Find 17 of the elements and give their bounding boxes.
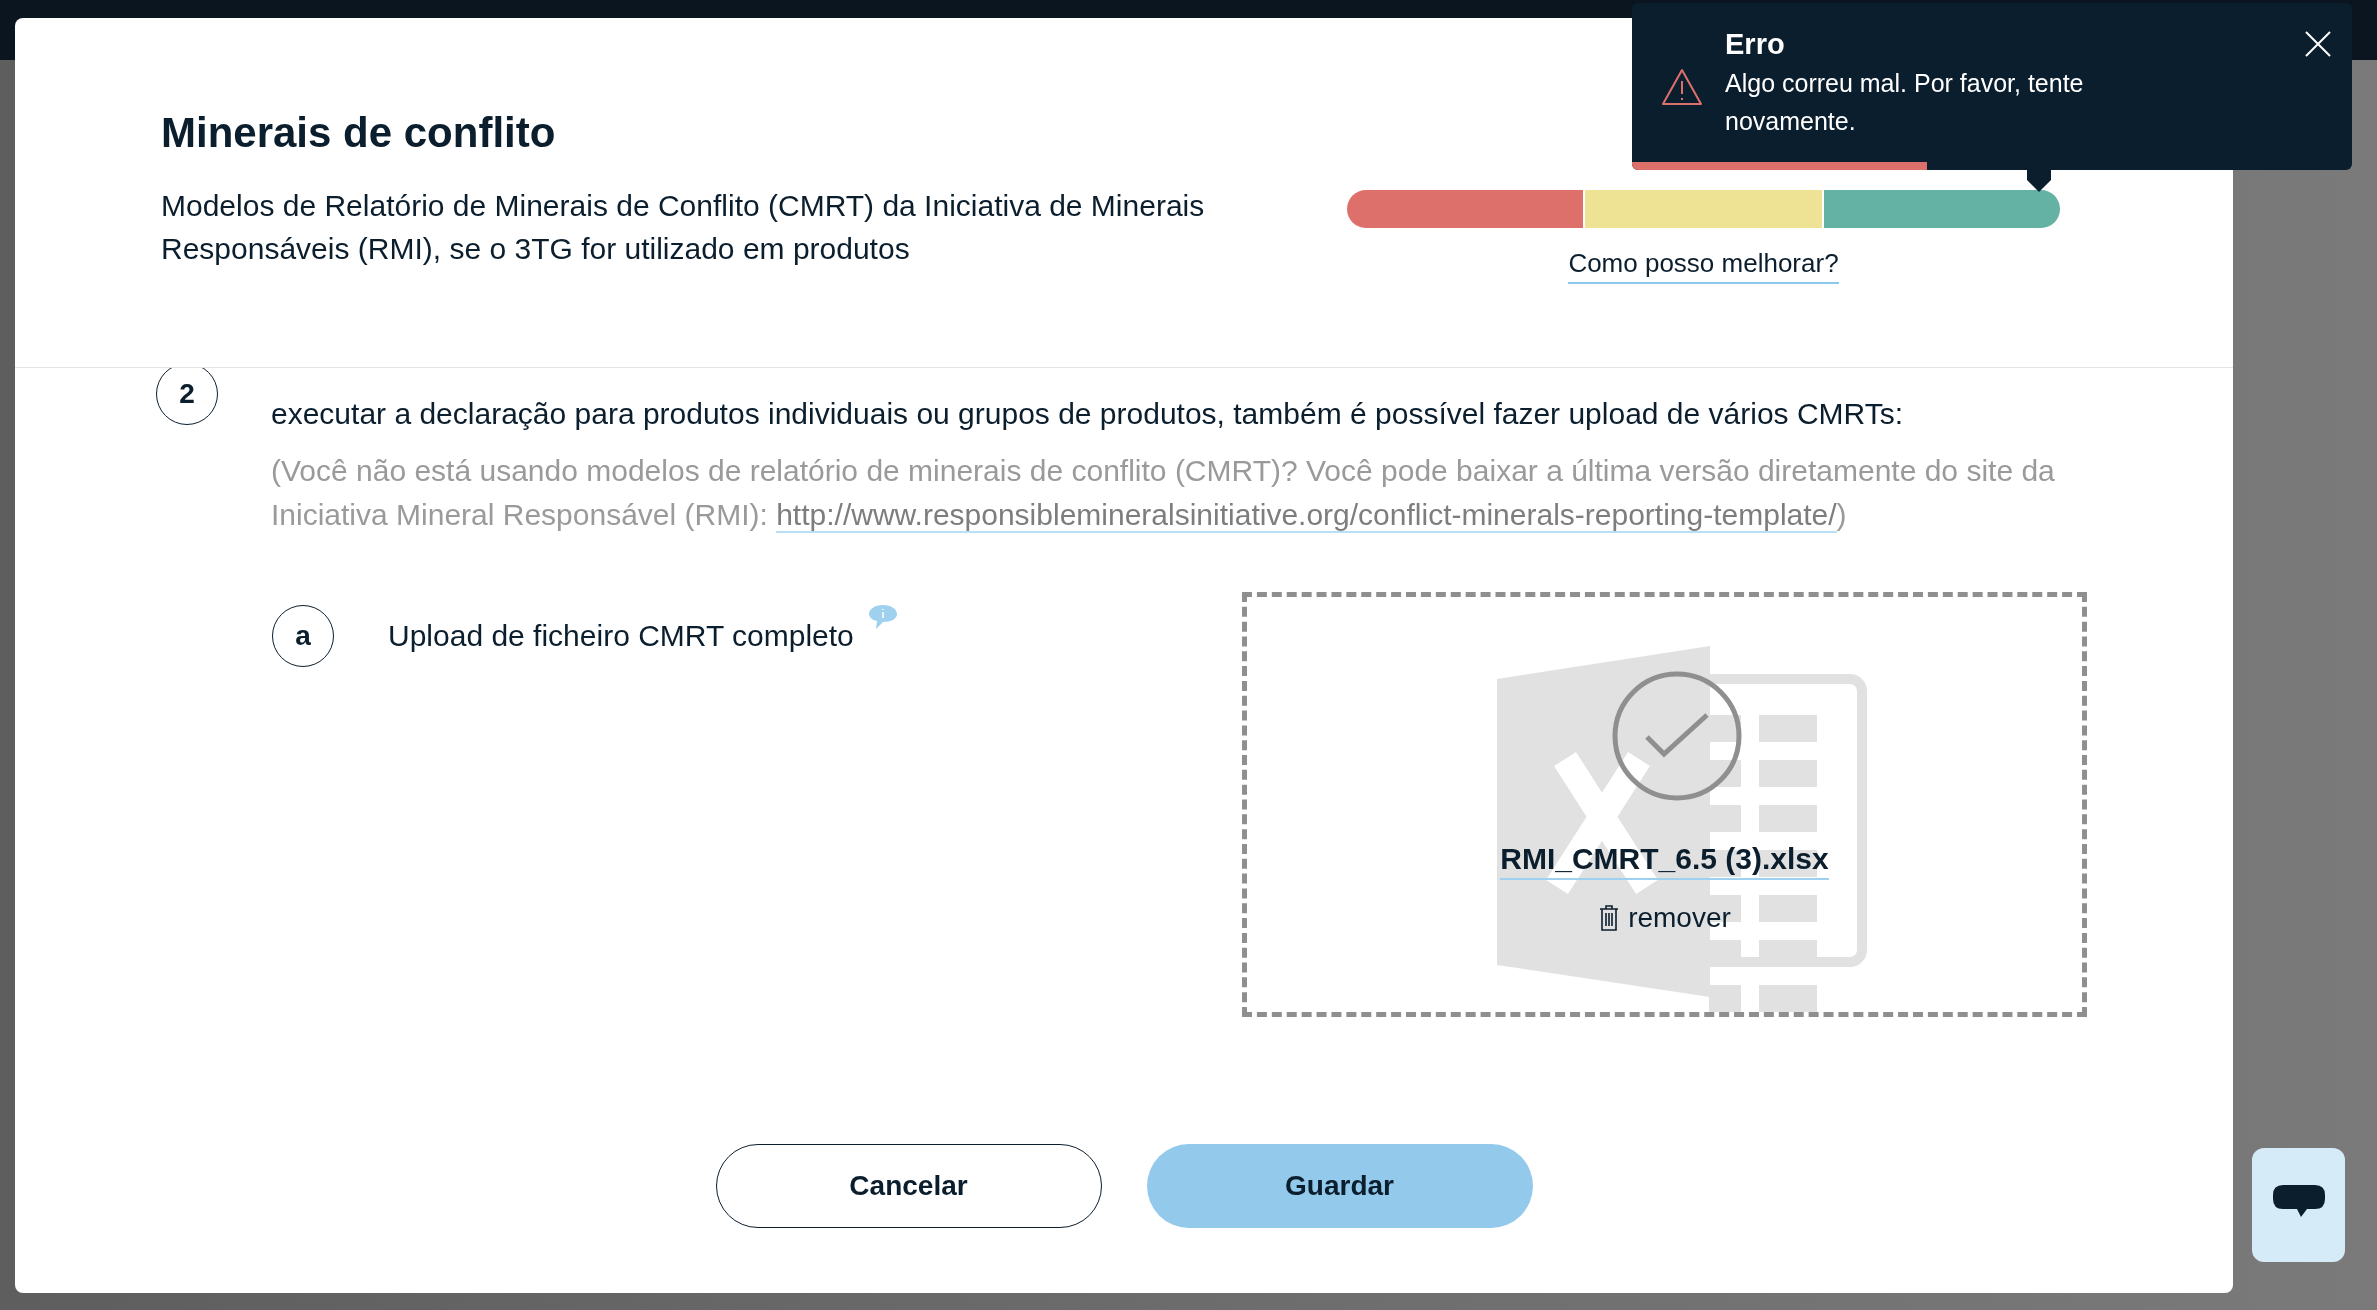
dialog-description: Modelos de Relatório de Minerais de Conflito (CMRT) da Iniciativa de Minerais Responsáveis (RMI), se o 3TG for utilizado em produtos bbox=[161, 188, 1206, 268]
file-name-link[interactable]: RMI_CMRT_6.5 (3).xlsx bbox=[1500, 842, 1829, 880]
upload-label: Upload de ficheiro CMRT completo bbox=[388, 619, 854, 653]
warning-icon bbox=[1661, 68, 1703, 106]
save-button[interactable]: Guardar bbox=[1146, 1144, 1533, 1228]
remove-button[interactable]: remover bbox=[1598, 902, 1731, 934]
trash-icon bbox=[1598, 904, 1621, 932]
chat-button[interactable] bbox=[2252, 1148, 2345, 1262]
toast-title: Erro bbox=[1725, 28, 1786, 61]
step-instructions: executar a declaração para produtos individuais ou grupos de produtos, também é possível fazer upload de vários CMRTs: bbox=[271, 396, 1905, 432]
template-note: (Você não está usando modelos de relatório de minerais de conflito (CMRT)? Você pode baixar a última versão diretamente do site da Iniciativa Mineral Responsável (RMI): http://www.responsiblemineralsinitiative.org/conflict-minerals-reporting-template/) bbox=[271, 453, 2056, 535]
close-icon[interactable] bbox=[2304, 30, 2332, 58]
dialog-title: Minerais de conflito bbox=[161, 108, 557, 158]
toast-message: Algo correu mal. Por favor, tente novamente. bbox=[1725, 68, 2085, 137]
template-link[interactable]: http://www.responsiblemineralsinitiative.org/conflict-minerals-reporting-template/ bbox=[776, 498, 1837, 533]
cancel-button[interactable]: Cancelar bbox=[715, 1144, 1102, 1228]
improve-link[interactable]: Como posso melhorar? bbox=[1568, 248, 1839, 284]
